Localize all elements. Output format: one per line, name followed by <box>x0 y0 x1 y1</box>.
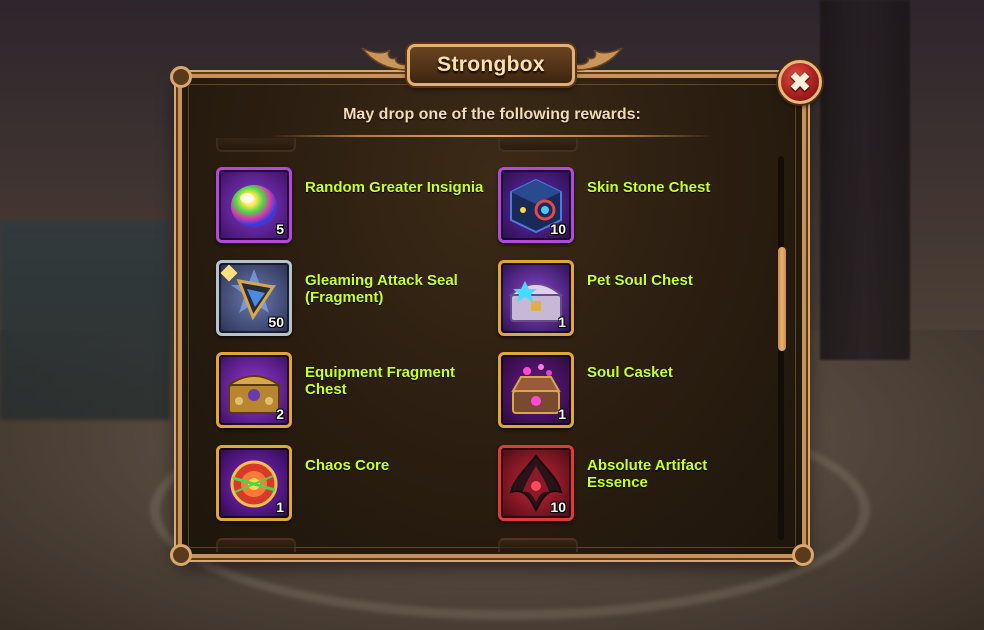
left-wing-ornament <box>361 47 409 71</box>
reward-name: Equipment Fragment Chest <box>305 364 456 398</box>
skin-stone-cube-icon: 10 <box>498 167 574 243</box>
attack-seal-icon: 50 <box>216 260 292 336</box>
reward-item-partial <box>216 138 296 152</box>
reward-name: Random Greater Insignia <box>305 179 484 196</box>
reward-item[interactable]: 1 Chaos Core <box>216 445 486 525</box>
chaos-core-icon: 1 <box>216 445 292 521</box>
reward-name: Chaos Core <box>305 457 390 474</box>
reward-quantity: 5 <box>276 221 284 237</box>
reward-item[interactable]: 50 Gleaming Attack Seal (Fragment) <box>216 260 486 340</box>
reward-item-partial <box>498 538 578 552</box>
close-icon: ✖ <box>789 67 811 97</box>
reward-item-partial <box>498 138 578 152</box>
equipment-chest-icon: 2 <box>216 352 292 428</box>
reward-item[interactable]: 2 Equipment Fragment Chest <box>216 352 486 432</box>
reward-quantity: 10 <box>550 499 566 515</box>
reward-item[interactable]: 10 Absolute Artifact Essence <box>498 445 768 525</box>
reward-quantity: 10 <box>550 221 566 237</box>
reward-name: Skin Stone Chest <box>587 179 711 196</box>
reward-item[interactable]: 10 Skin Stone Chest <box>498 167 768 247</box>
reward-item[interactable]: 5 Random Greater Insignia <box>216 167 486 247</box>
corner-ornament <box>170 66 192 88</box>
reward-item-partial <box>216 538 296 552</box>
pet-soul-chest-icon: 1 <box>498 260 574 336</box>
soul-casket-icon: 1 <box>498 352 574 428</box>
title-banner: Strongbox <box>407 44 575 86</box>
scrollbar-thumb[interactable] <box>778 247 786 351</box>
reward-name: Absolute Artifact Essence <box>587 457 708 491</box>
close-button[interactable]: ✖ <box>778 60 822 104</box>
reward-quantity: 1 <box>276 499 284 515</box>
dialog-title: Strongbox <box>437 53 545 76</box>
reward-quantity: 50 <box>268 314 284 330</box>
reward-name: Pet Soul Chest <box>587 272 693 289</box>
reward-item[interactable]: 1 Pet Soul Chest <box>498 260 768 340</box>
reward-name: Gleaming Attack Seal (Fragment) <box>305 272 458 306</box>
reward-quantity: 1 <box>558 406 566 422</box>
right-wing-ornament <box>575 47 623 71</box>
artifact-essence-icon: 10 <box>498 445 574 521</box>
reward-quantity: 1 <box>558 314 566 330</box>
dialog-subtitle: May drop one of the following rewards: <box>343 106 641 123</box>
reward-quantity: 2 <box>276 406 284 422</box>
subtitle-divider <box>270 135 714 137</box>
reward-item[interactable]: 1 Soul Casket <box>498 352 768 432</box>
corner-ornament <box>170 544 192 566</box>
reward-name: Soul Casket <box>587 364 673 381</box>
rainbow-orb-icon: 5 <box>216 167 292 243</box>
corner-ornament <box>792 544 814 566</box>
